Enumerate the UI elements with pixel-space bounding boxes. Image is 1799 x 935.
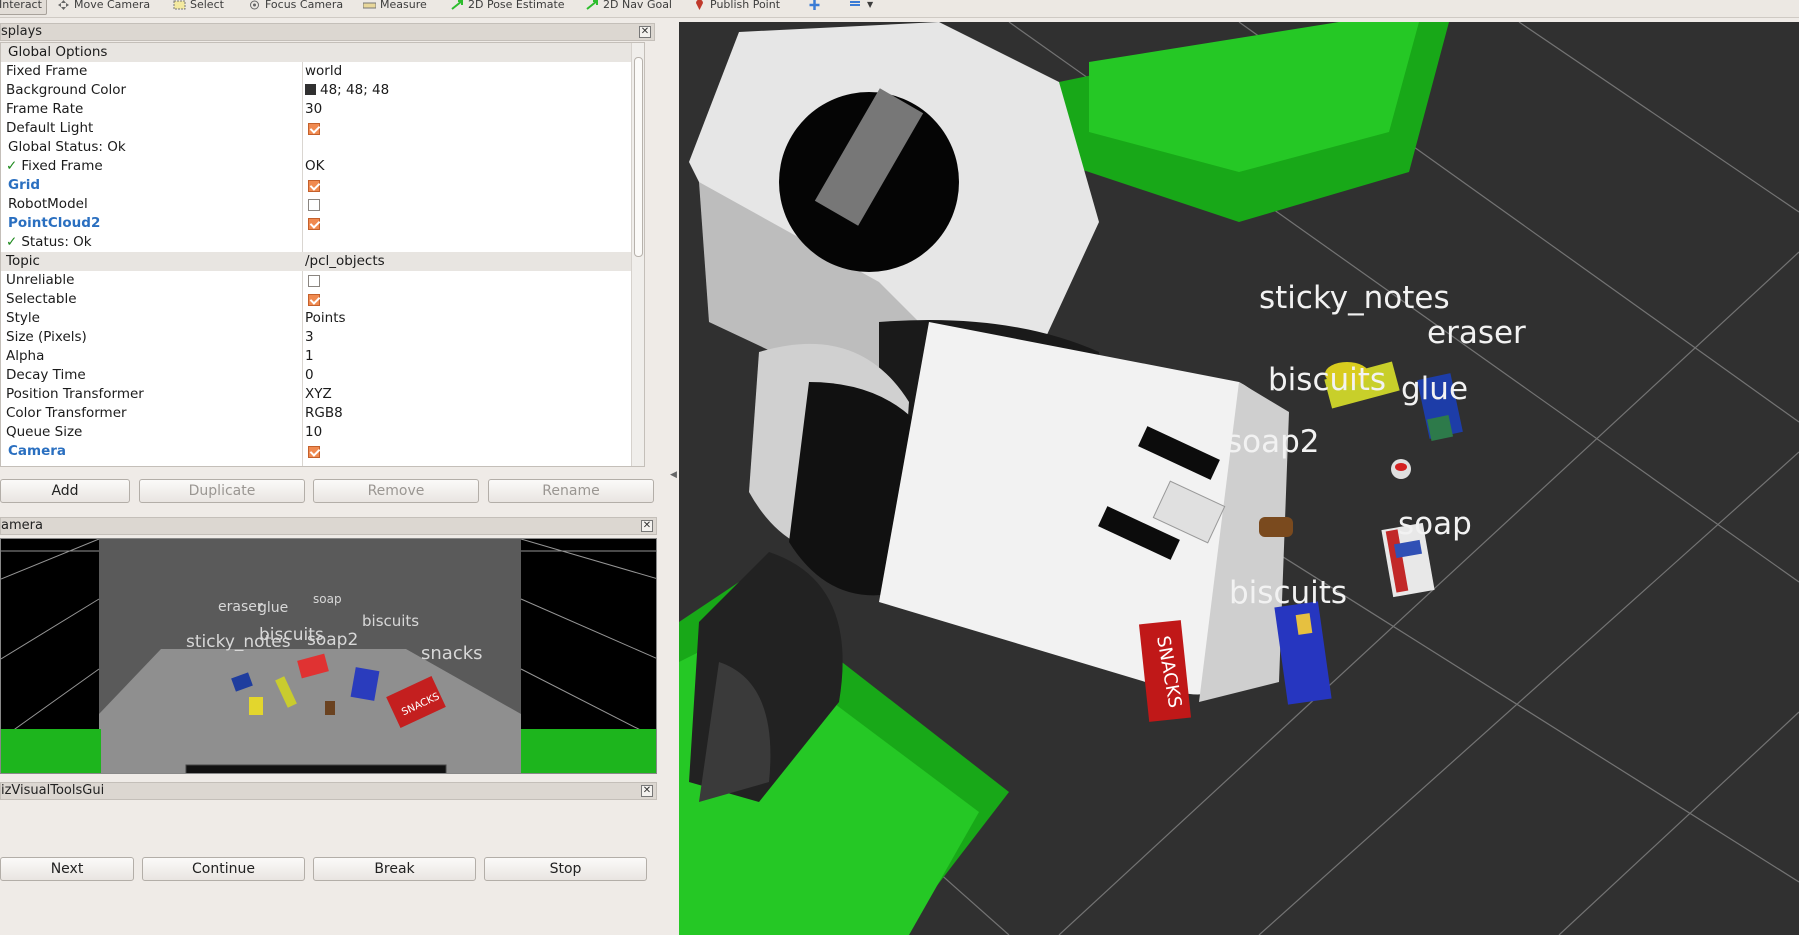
- nav-goal-icon: [586, 0, 598, 10]
- move-camera-tool[interactable]: Move Camera: [57, 0, 150, 15]
- frame-rate-row[interactable]: Frame Rate 30: [1, 100, 644, 119]
- select-icon: [173, 0, 186, 10]
- label-snacks: snacks: [1094, 589, 1200, 625]
- interact-tool[interactable]: Interact: [0, 0, 47, 15]
- close-icon[interactable]: ✕: [641, 785, 653, 797]
- position-transformer-row[interactable]: Position Transformer XYZ: [1, 385, 644, 404]
- cam-label-eraser: eraser: [218, 599, 263, 615]
- focus-camera-icon: [250, 0, 259, 10]
- unreliable-row: Unreliable: [1, 271, 644, 290]
- label-glue: glue: [1401, 371, 1469, 407]
- continue-button[interactable]: Continue: [142, 857, 305, 881]
- nav-goal-tool[interactable]: 2D Nav Goal: [586, 0, 672, 15]
- duplicate-display-button[interactable]: Duplicate: [139, 479, 305, 503]
- pointcloud2-display-row[interactable]: PointCloud2: [1, 214, 644, 233]
- break-button[interactable]: Break: [313, 857, 476, 881]
- tool-menu-button[interactable]: ▼: [850, 0, 873, 15]
- queue-size-row[interactable]: Queue Size 10: [1, 423, 644, 442]
- check-icon: ✓: [6, 158, 18, 174]
- color-swatch: [305, 84, 316, 95]
- move-camera-icon: [58, 0, 69, 10]
- cam-label-biscuits-a: biscuits: [362, 612, 420, 630]
- scrollbar-thumb[interactable]: [634, 57, 643, 257]
- default-light-row: Default Light: [1, 119, 644, 138]
- displays-tree: Global Options Fixed Frame world Backgrou…: [0, 42, 645, 467]
- scene-render: SNACKS: [679, 22, 1799, 935]
- decay-time-row[interactable]: Decay Time 0: [1, 366, 644, 385]
- background-color-row[interactable]: Background Color 48; 48; 48: [1, 81, 644, 100]
- close-icon[interactable]: ✕: [641, 520, 653, 532]
- visual-tools-panel-header: izVisualToolsGui ✕: [0, 782, 657, 800]
- render-3d-view[interactable]: SNACKS sticky_notes eraser biscuits glue…: [679, 22, 1799, 935]
- camera-scene: SNACKS: [1, 539, 656, 773]
- pose-estimate-icon: [451, 0, 463, 10]
- unreliable-checkbox[interactable]: [308, 275, 320, 287]
- remove-display-button[interactable]: Remove: [313, 479, 479, 503]
- menu-icon: [850, 1, 860, 6]
- add-tool-button[interactable]: [808, 0, 821, 15]
- topic-row[interactable]: Topic/pcl_objects: [1, 252, 644, 271]
- robot-model-display-row[interactable]: RobotModel: [1, 195, 644, 214]
- fixed-frame-status-row[interactable]: ✓ Fixed Frame OK: [1, 157, 644, 176]
- cam-label-soap2: soap2: [307, 630, 359, 650]
- select-tool[interactable]: Select: [173, 0, 224, 15]
- label-biscuits-bottom: biscuits: [1229, 575, 1348, 611]
- cam-label-snacks: snacks: [421, 643, 483, 664]
- camera-view[interactable]: SNACKS eraser glue soap biscuits sticky_…: [0, 538, 657, 774]
- chevron-down-icon: ▼: [867, 0, 874, 9]
- displays-panel-header: splays ✕: [0, 23, 655, 41]
- grid-checkbox[interactable]: [308, 180, 320, 192]
- close-icon[interactable]: ✕: [639, 26, 651, 38]
- plus-icon: [809, 0, 820, 10]
- label-soap: soap: [1398, 506, 1472, 542]
- pose-estimate-tool[interactable]: 2D Pose Estimate: [451, 0, 565, 15]
- rename-display-button[interactable]: Rename: [488, 479, 654, 503]
- focus-camera-tool[interactable]: Focus Camera: [248, 0, 343, 15]
- default-light-checkbox[interactable]: [308, 123, 320, 135]
- splitter-handle[interactable]: ◀: [670, 470, 677, 482]
- add-display-button[interactable]: Add: [0, 479, 130, 503]
- label-soap2: soap2: [1226, 424, 1320, 460]
- cam-label-glue: glue: [258, 600, 289, 616]
- style-row[interactable]: Style Points: [1, 309, 644, 328]
- camera-panel-header: amera ✕: [0, 517, 657, 535]
- check-icon: ✓: [6, 234, 18, 250]
- next-button[interactable]: Next: [0, 857, 134, 881]
- alpha-row[interactable]: Alpha 1: [1, 347, 644, 366]
- label-biscuits-top: biscuits: [1268, 362, 1387, 398]
- grid-display-row[interactable]: Grid: [1, 176, 644, 195]
- pointcloud2-checkbox[interactable]: [308, 218, 320, 230]
- stop-button[interactable]: Stop: [484, 857, 647, 881]
- color-transformer-row[interactable]: Color Transformer RGB8: [1, 404, 644, 423]
- label-eraser: eraser: [1427, 315, 1526, 351]
- fixed-frame-row[interactable]: Fixed Frame world: [1, 62, 644, 81]
- camera-display-row[interactable]: Camera: [1, 442, 644, 461]
- selectable-checkbox[interactable]: [308, 294, 320, 306]
- label-sticky-notes: sticky_notes: [1259, 280, 1450, 316]
- selectable-row: Selectable: [1, 290, 644, 309]
- measure-icon: [363, 2, 376, 9]
- camera-checkbox[interactable]: [308, 446, 320, 458]
- size-pixels-row[interactable]: Size (Pixels) 3: [1, 328, 644, 347]
- publish-point-tool[interactable]: Publish Point: [693, 0, 780, 15]
- robot-model-checkbox[interactable]: [308, 199, 320, 211]
- global-options-row[interactable]: Global Options: [1, 43, 644, 62]
- toolbar: Interact Move Camera Select Focus Camera…: [0, 0, 1799, 18]
- measure-tool[interactable]: Measure: [363, 0, 427, 15]
- status-row[interactable]: ✓ Status: Ok: [1, 233, 644, 252]
- displays-scrollbar[interactable]: [631, 43, 644, 466]
- publish-point-icon: [696, 0, 703, 10]
- cam-label-soap: soap: [313, 592, 342, 606]
- global-status-row[interactable]: Global Status: Ok: [1, 138, 644, 157]
